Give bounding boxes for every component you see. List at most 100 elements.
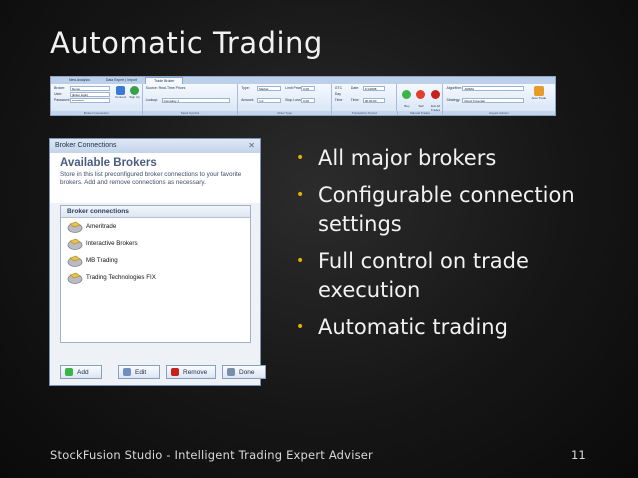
group-stock-symbol: Source: Real-Time Prices Lookup: Company …: [143, 84, 239, 111]
ribbon-tabs: New Analysis Data Expert | Import Trade …: [51, 77, 555, 84]
date-label: Date:: [350, 86, 360, 90]
time-radio[interactable]: Time: [335, 98, 351, 102]
ribbon-body: Broker: Demo User: [Enter login] Password:…: [51, 84, 555, 112]
limit-field[interactable]: 0.00: [301, 85, 316, 91]
strategy-select[interactable]: Direct Forecast: [462, 97, 525, 103]
broker-name: Trading Technologies FIX: [86, 274, 156, 281]
bullet-item: • Full control on trade execution: [290, 247, 590, 305]
ribbon-group-labels: Broker Connection Stock Symbol Order Typ…: [51, 111, 555, 115]
add-label: Add: [77, 368, 89, 376]
bullet-dot-icon: •: [296, 253, 305, 269]
user-label: User:: [54, 92, 63, 96]
limit-label: Limit Price:: [285, 86, 303, 90]
date-field[interactable]: 1/1/2008: [362, 85, 385, 91]
algorithm-select[interactable]: ARIMA: [462, 85, 525, 91]
broker-list: Broker connections Ameritrade Interactive…: [60, 205, 251, 343]
lookup-label: Lookup:: [145, 98, 159, 102]
slide-title: Automatic Trading: [50, 26, 323, 60]
edit-button[interactable]: Edit: [118, 365, 160, 379]
type-label: Type:: [241, 86, 250, 90]
buy-button[interactable]: Buy: [400, 86, 413, 110]
broker-list-item[interactable]: MB Trading: [61, 252, 250, 269]
broker-label: Broker:: [54, 86, 66, 90]
edit-label: Edit: [135, 368, 147, 376]
buy-label: Buy: [404, 104, 410, 108]
plug-icon: [67, 255, 83, 267]
connect-icon: [116, 86, 126, 95]
broker-select[interactable]: Demo: [70, 85, 110, 91]
add-icon: [65, 368, 73, 376]
close-icon[interactable]: ✕: [248, 141, 255, 150]
buy-icon: [402, 90, 412, 99]
type-select[interactable]: Market: [257, 85, 282, 91]
dialog-title: Broker Connections: [55, 142, 117, 149]
group-label-broker: Broker Connection: [51, 111, 143, 115]
dialog-heading: Available Brokers: [60, 157, 157, 169]
signup-icon: [130, 86, 140, 95]
plug-icon: [67, 272, 83, 284]
group-order-type: Type: Market Limit Price: 0.00 Amount: 1.0 St…: [238, 84, 332, 111]
broker-name: Ameritrade: [86, 223, 117, 230]
exit-all-button[interactable]: Exit All Trades: [428, 86, 442, 112]
connect-label: Connect: [115, 95, 127, 99]
bullet-text: All major brokers: [318, 146, 497, 170]
bullet-dot-icon: •: [296, 150, 305, 166]
connect-button[interactable]: Connect: [115, 86, 126, 99]
password-field[interactable]: **********: [70, 97, 110, 103]
broker-list-item[interactable]: Interactive Brokers: [61, 235, 250, 252]
done-button[interactable]: Done: [222, 365, 266, 379]
group-expert-advisor: Algorithm: ARIMA Strategy: Direct Forecast…: [443, 84, 555, 111]
slide-number: 11: [571, 448, 586, 462]
broker-name: Interactive Brokers: [86, 240, 138, 247]
remove-label: Remove: [183, 368, 208, 376]
exit-icon: [430, 90, 440, 99]
trading-ribbon: New Analysis Data Expert | Import Trade …: [50, 76, 556, 116]
group-label-stock: Stock Symbol: [143, 111, 239, 115]
gtc-radio[interactable]: GTC: [335, 86, 351, 90]
dialog-buttons: Add Edit Remove Done: [60, 365, 266, 379]
ribbon-tab-data-expert[interactable]: Data Expert | Import: [98, 77, 145, 84]
time-field[interactable]: 00:00:00: [362, 97, 385, 103]
auto-trade-icon: [533, 86, 544, 96]
bullet-item: • Automatic trading: [290, 313, 590, 342]
time-label: Time:: [350, 98, 360, 102]
exit-label: Exit All Trades: [430, 104, 441, 112]
algorithm-label: Algorithm:: [446, 86, 463, 90]
strategy-label: Strategy:: [446, 98, 461, 102]
group-broker-connection: Broker: Demo User: [Enter login] Password:…: [51, 84, 143, 111]
stop-field[interactable]: 0.00: [301, 97, 316, 103]
sell-button[interactable]: Sell: [414, 86, 427, 110]
auto-trade-label: Auto Trade: [531, 96, 547, 100]
plug-icon: [67, 221, 83, 233]
amount-field[interactable]: 1.0: [257, 97, 282, 103]
broker-list-item[interactable]: Ameritrade: [61, 218, 250, 235]
group-label-period: Transaction Period: [332, 111, 398, 115]
password-label: Password:: [54, 98, 71, 102]
sell-icon: [416, 90, 426, 99]
done-icon: [227, 368, 235, 376]
bullet-item: • All major brokers: [290, 144, 590, 173]
broker-list-header: Broker connections: [61, 206, 250, 218]
lookup-select[interactable]: Company 1: [161, 97, 230, 103]
signup-button[interactable]: Sign Up: [129, 86, 140, 99]
user-field[interactable]: [Enter login]: [70, 91, 110, 97]
group-manual-trades: Buy Sell Exit All Trades: [397, 84, 444, 112]
bullet-text: Configurable connection settings: [318, 183, 575, 236]
day-radio[interactable]: Day: [335, 92, 351, 96]
broker-list-item[interactable]: Trading Technologies FIX: [61, 269, 250, 286]
dialog-description: Store in this list preconfigured broker …: [60, 171, 242, 186]
remove-button[interactable]: Remove: [166, 365, 216, 379]
add-button[interactable]: Add: [60, 365, 102, 379]
slide-footer: StockFusion Studio - Intelligent Trading…: [50, 448, 373, 462]
broker-connections-dialog: Broker Connections ✕ Available Brokers S…: [49, 138, 266, 386]
group-transaction-period: GTC Date: 1/1/2008 Day Time Time: 00:00:00: [332, 84, 398, 111]
done-label: Done: [239, 368, 255, 376]
ribbon-tab-new-analysis[interactable]: New Analysis: [61, 77, 98, 84]
broker-name: MB Trading: [86, 257, 118, 264]
edit-icon: [123, 368, 131, 376]
group-label-order: Order Type: [238, 111, 332, 115]
dialog-header: Available Brokers Store in this list pre…: [50, 153, 260, 203]
stop-label: Stop Loss:: [285, 98, 302, 102]
auto-trade-button[interactable]: Auto Trade: [531, 86, 546, 100]
ribbon-tab-trade-broker[interactable]: Trade Broker: [145, 77, 184, 84]
